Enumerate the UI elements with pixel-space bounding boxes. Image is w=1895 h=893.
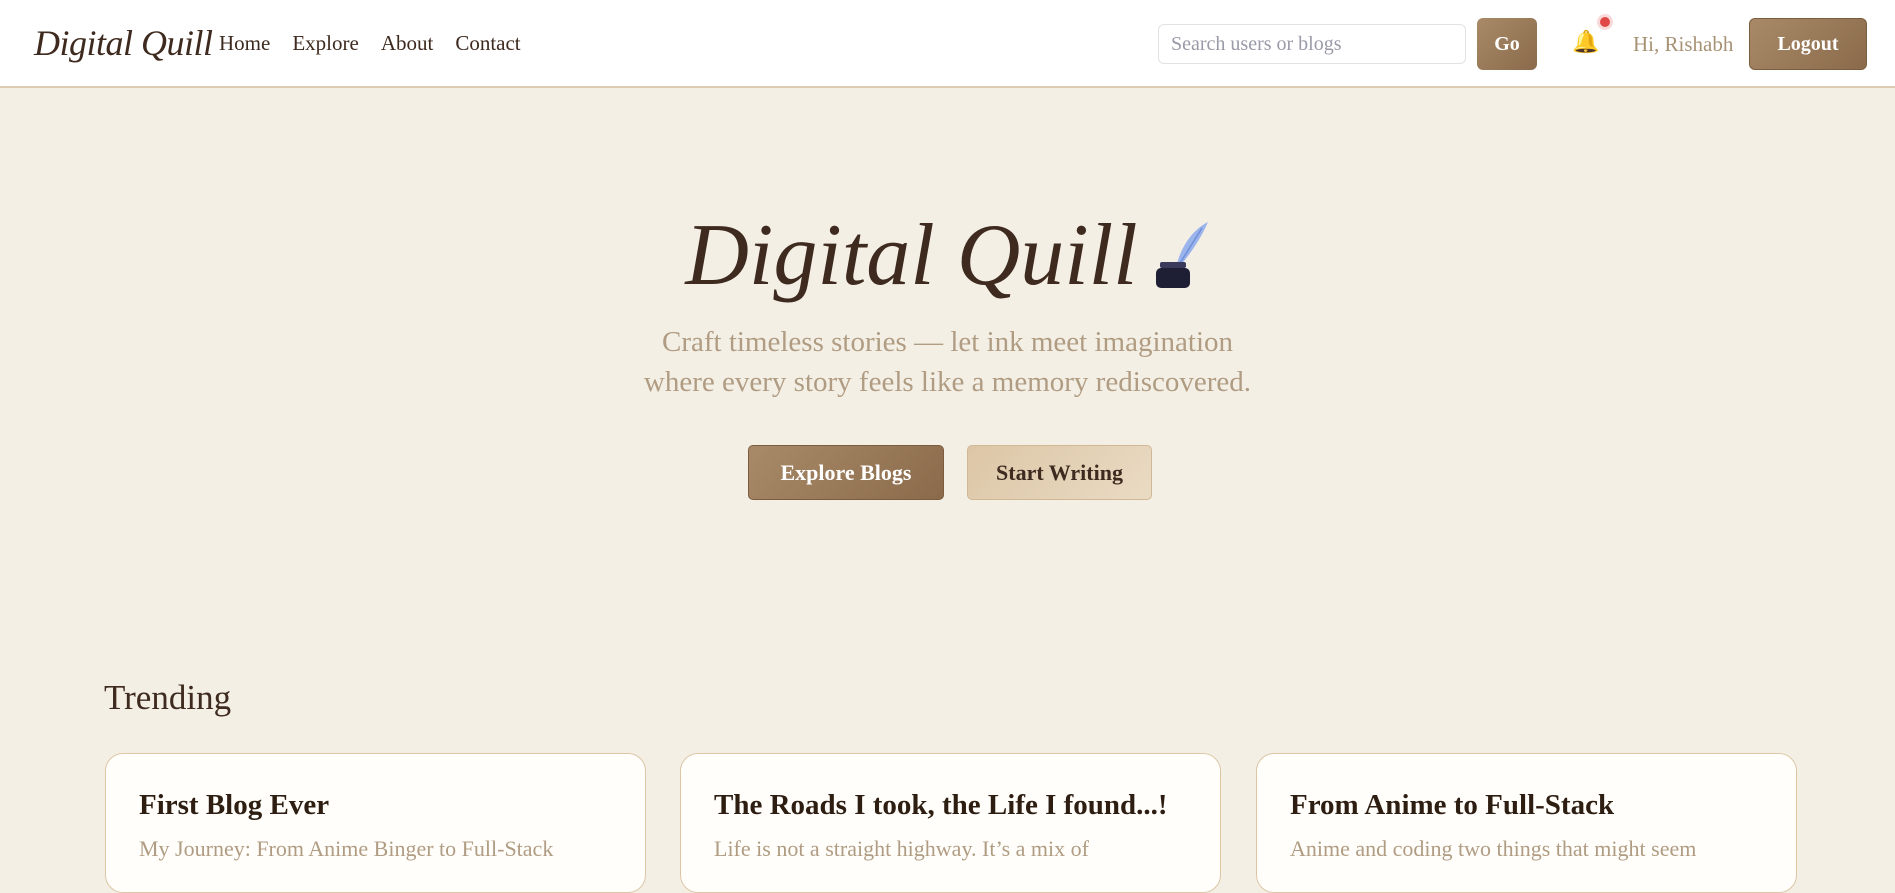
blog-card[interactable]: First Blog Ever My Journey: From Anime B…: [105, 753, 646, 893]
quill-inkwell-icon: [1155, 222, 1208, 288]
blog-card-excerpt: My Journey: From Anime Binger to Full-St…: [139, 836, 554, 861]
explore-blogs-button[interactable]: Explore Blogs: [748, 445, 944, 500]
nav-contact[interactable]: Contact: [455, 31, 520, 56]
hero-title-text: Digital Quill: [685, 207, 1138, 304]
blog-card-title[interactable]: First Blog Ever: [139, 789, 612, 822]
notification-dot: [1597, 14, 1613, 30]
nav-links: Home Explore About Contact: [219, 31, 521, 56]
blog-card[interactable]: The Roads I took, the Life I found...! L…: [680, 753, 1221, 893]
hero-subtitle: Craft timeless stories — let ink meet im…: [0, 322, 1895, 402]
blog-card[interactable]: From Anime to Full-Stack Anime and codin…: [1256, 753, 1797, 893]
notification-bell-icon[interactable]: 🔔: [1572, 30, 1599, 55]
nav-explore[interactable]: Explore: [292, 31, 358, 56]
nav-home[interactable]: Home: [219, 31, 270, 56]
blog-card-excerpt: Anime and coding two things that might s…: [1290, 836, 1697, 861]
blog-card-title[interactable]: The Roads I took, the Life I found...!: [714, 789, 1187, 822]
search-go-button[interactable]: Go: [1477, 18, 1537, 70]
start-writing-button[interactable]: Start Writing: [967, 445, 1152, 500]
logout-button[interactable]: Logout: [1749, 18, 1867, 70]
hero-subtitle-line-1: Craft timeless stories — let ink meet im…: [661, 326, 1234, 358]
blog-card-title[interactable]: From Anime to Full-Stack: [1290, 789, 1763, 822]
hero-subtitle-line-2: where every story feels like a memory re…: [643, 366, 1252, 398]
user-greeting: Hi, Rishabh: [1633, 32, 1734, 56]
nav-about[interactable]: About: [381, 31, 434, 56]
navbar: Digital Quill Home Explore About Contact…: [0, 0, 1895, 88]
hero-title: Digital Quill: [0, 205, 1895, 306]
blog-card-excerpt: Life is not a straight highway. It’s a m…: [714, 836, 1089, 861]
search-input[interactable]: [1158, 24, 1466, 64]
trending-heading: Trending: [104, 678, 232, 717]
logo[interactable]: Digital Quill: [34, 22, 213, 64]
